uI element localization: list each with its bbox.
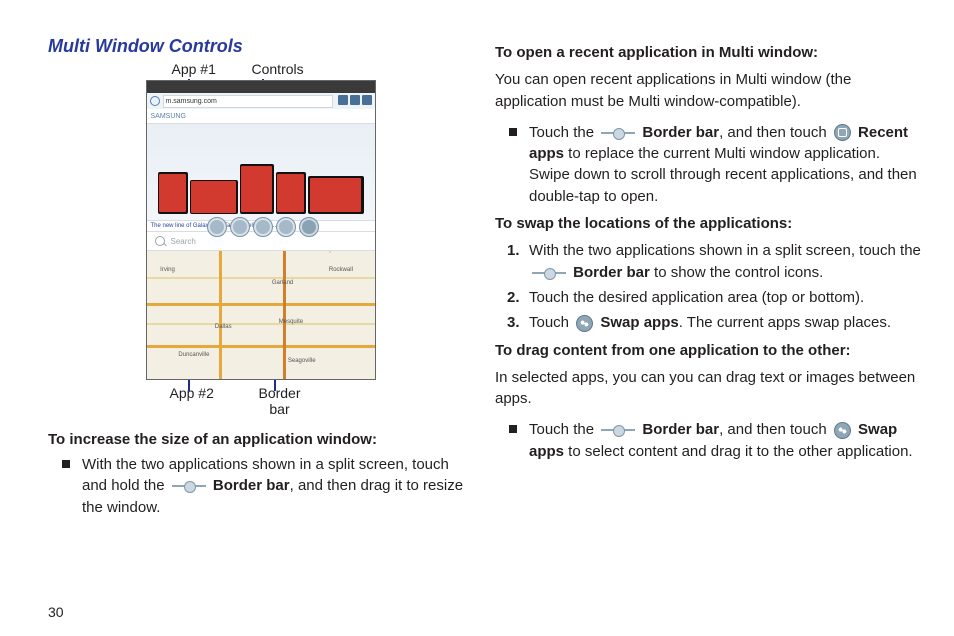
step-2: 2. Touch the desired application area (t… xyxy=(507,287,922,308)
para-drag: In selected apps, you can you can drag t… xyxy=(495,367,922,410)
square-bullet-icon xyxy=(509,128,517,136)
url-field: m.samsung.com xyxy=(163,95,333,108)
search-icon xyxy=(155,236,165,246)
step-1: 1. With the two applications shown in a … xyxy=(507,240,922,283)
map-city: Mesquite xyxy=(279,319,303,325)
border-bar-icon xyxy=(172,481,206,491)
url-icons xyxy=(336,95,372,107)
heading-open-recent: To open a recent application in Multi wi… xyxy=(495,42,922,63)
multiwindow-controls xyxy=(207,217,319,237)
step-number: 1. xyxy=(507,240,529,283)
bullet-increase: With the two applications shown in a spl… xyxy=(62,454,475,518)
map-city: Dallas xyxy=(215,324,232,330)
promo-image xyxy=(147,124,375,220)
border-bar-icon xyxy=(601,128,635,138)
bullet-open: Touch the Border bar, and then touch Rec… xyxy=(509,122,922,207)
heading-drag: To drag content from one application to … xyxy=(495,340,922,361)
control-icon xyxy=(230,217,250,237)
close-icon xyxy=(299,217,319,237)
square-bullet-icon xyxy=(62,460,70,468)
step-3: 3. Touch Swap apps. The current apps swa… xyxy=(507,312,922,333)
square-bullet-icon xyxy=(509,425,517,433)
figure-bottom-labels: App #2 Borderbar xyxy=(170,385,432,417)
map-city: Seagoville xyxy=(288,358,316,364)
site-header: SAMSUNG xyxy=(147,109,375,124)
control-icon xyxy=(276,217,296,237)
step-text: Touch the desired application area (top … xyxy=(529,287,864,308)
map-city: Duncanville xyxy=(178,352,209,358)
right-column: To open a recent application in Multi wi… xyxy=(495,36,922,616)
border-bar-icon xyxy=(532,268,566,278)
manual-page: Multi Window Controls App #1 Controls m.… xyxy=(0,0,954,636)
search-placeholder: Search xyxy=(171,237,196,246)
browser-url-bar: m.samsung.com xyxy=(147,93,375,109)
swap-apps-icon xyxy=(576,315,593,332)
globe-icon xyxy=(150,96,160,106)
label-border-bar: Borderbar xyxy=(250,385,310,417)
swap-apps-icon xyxy=(834,422,851,439)
figure-block: App #1 Controls m.samsung.com SAMSUNG xyxy=(92,61,432,417)
map-city: Irving xyxy=(160,267,175,273)
border-bar-icon xyxy=(601,425,635,435)
brand: SAMSUNG xyxy=(151,113,186,120)
bullet-text: Touch the Border bar, and then touch Rec… xyxy=(529,122,922,207)
map-city: Rockwall xyxy=(329,267,353,273)
label-app2: App #2 xyxy=(170,385,250,417)
map-city: Garland xyxy=(272,280,293,286)
label-app1: App #1 xyxy=(172,61,252,77)
figure-top-labels: App #1 Controls xyxy=(172,61,432,77)
step-number: 3. xyxy=(507,312,529,333)
phone-mock: m.samsung.com SAMSUNG The new line of Ga… xyxy=(146,80,376,380)
control-icon xyxy=(207,217,227,237)
bullet-text: With the two applications shown in a spl… xyxy=(82,454,475,518)
step-number: 2. xyxy=(507,287,529,308)
heading-increase-size: To increase the size of an application w… xyxy=(48,431,475,448)
left-column: Multi Window Controls App #1 Controls m.… xyxy=(48,36,475,616)
step-text: Touch Swap apps. The current apps swap p… xyxy=(529,312,891,333)
heading-swap: To swap the locations of the application… xyxy=(495,213,922,234)
bullet-text: Touch the Border bar, and then touch Swa… xyxy=(529,419,922,462)
map: Irving Garland Dallas Mesquite Seagovill… xyxy=(147,251,375,380)
status-bar xyxy=(147,81,375,93)
para-open: You can open recent applications in Mult… xyxy=(495,69,922,112)
control-icon xyxy=(253,217,273,237)
step-text: With the two applications shown in a spl… xyxy=(529,240,922,283)
page-number: 30 xyxy=(48,604,64,620)
label-controls: Controls xyxy=(252,61,322,77)
recent-apps-icon xyxy=(834,124,851,141)
section-title: Multi Window Controls xyxy=(48,36,475,57)
bullet-drag: Touch the Border bar, and then touch Swa… xyxy=(509,419,922,462)
